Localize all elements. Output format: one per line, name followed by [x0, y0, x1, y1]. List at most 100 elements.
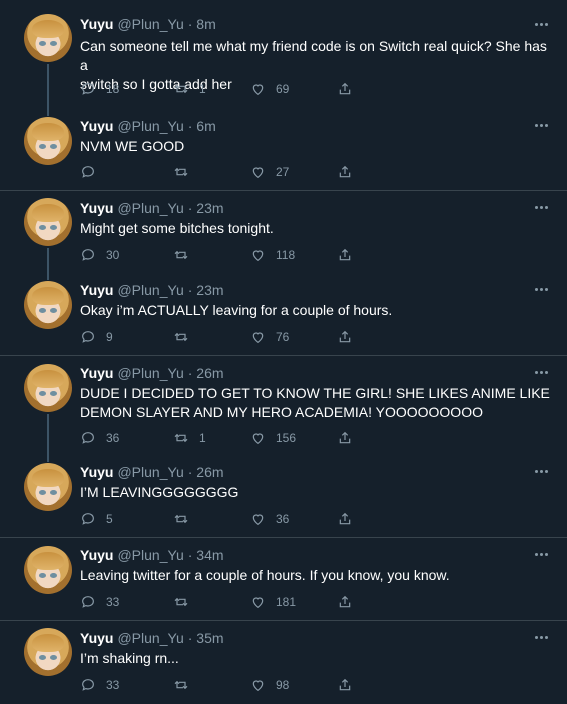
- tweet-actions: 30 118: [80, 246, 480, 264]
- handle-time[interactable]: @Plun_Yu · 23m: [117, 200, 223, 216]
- share-icon: [339, 512, 351, 525]
- share-button[interactable]: [337, 676, 363, 694]
- tweet-actions: 33 181: [80, 593, 480, 611]
- more-options-icon[interactable]: [535, 288, 549, 292]
- avatar[interactable]: [24, 364, 72, 412]
- reply-icon: [82, 249, 94, 261]
- share-icon: [339, 330, 351, 343]
- display-name[interactable]: Yuyu: [80, 282, 113, 298]
- reply-icon: [82, 596, 94, 608]
- handle-time[interactable]: @Plun_Yu · 26m: [117, 365, 223, 381]
- like-button[interactable]: 27: [250, 163, 289, 181]
- like-button[interactable]: 36: [250, 510, 289, 528]
- reply-button[interactable]: 36: [80, 429, 119, 447]
- like-button[interactable]: 181: [250, 593, 296, 611]
- handle-time[interactable]: @Plun_Yu · 8m: [117, 16, 215, 32]
- tweet-actions: 9 76: [80, 328, 480, 346]
- reply-button[interactable]: 9: [80, 328, 113, 346]
- handle-time[interactable]: @Plun_Yu · 26m: [117, 464, 223, 480]
- display-name[interactable]: Yuyu: [80, 200, 113, 216]
- avatar[interactable]: [24, 463, 72, 511]
- retweet-button[interactable]: 1: [173, 429, 206, 447]
- reply-button[interactable]: [80, 163, 106, 181]
- reply-button[interactable]: 30: [80, 246, 119, 264]
- share-button[interactable]: [337, 429, 363, 447]
- display-name[interactable]: Yuyu: [80, 118, 113, 134]
- more-options-icon[interactable]: [535, 636, 549, 640]
- heart-icon: [252, 433, 264, 445]
- handle-time[interactable]: @Plun_Yu · 35m: [117, 630, 223, 646]
- retweet-button[interactable]: [173, 328, 199, 346]
- like-button[interactable]: 98: [250, 676, 289, 694]
- display-name[interactable]: Yuyu: [80, 464, 113, 480]
- share-icon: [339, 248, 351, 261]
- share-button[interactable]: [337, 593, 363, 611]
- retweet-icon: [174, 680, 188, 690]
- avatar[interactable]: [24, 198, 72, 246]
- retweet-button[interactable]: [173, 676, 199, 694]
- tweet-text: NVM WE GOOD: [80, 138, 185, 154]
- retweet-button[interactable]: [173, 163, 199, 181]
- like-button[interactable]: 69: [250, 80, 289, 98]
- retweet-button[interactable]: [173, 246, 199, 264]
- avatar[interactable]: [24, 281, 72, 329]
- share-button[interactable]: [337, 246, 363, 264]
- reply-button[interactable]: 5: [80, 510, 113, 528]
- retweet-button[interactable]: 1: [173, 80, 206, 98]
- retweet-button[interactable]: [173, 593, 199, 611]
- heart-icon: [252, 84, 264, 96]
- reply-icon: [82, 513, 94, 525]
- avatar[interactable]: [24, 628, 72, 676]
- more-options-icon[interactable]: [535, 553, 549, 557]
- reply-button[interactable]: 18: [80, 80, 119, 98]
- handle-time[interactable]: @Plun_Yu · 34m: [117, 547, 223, 563]
- share-icon: [339, 165, 351, 178]
- retweet-icon: [174, 250, 188, 260]
- more-options-icon[interactable]: [535, 206, 549, 210]
- like-button[interactable]: 118: [250, 246, 295, 264]
- like-button[interactable]: 156: [250, 429, 296, 447]
- divider: [0, 355, 567, 356]
- reply-icon: [82, 331, 94, 343]
- tweet-text: DUDE I DECIDED TO GET TO KNOW THE GIRL! …: [80, 385, 550, 420]
- tweet-text: Leaving twitter for a couple of hours. I…: [80, 567, 450, 583]
- tweet-actions: 36 1 156: [80, 429, 480, 447]
- display-name[interactable]: Yuyu: [80, 547, 113, 563]
- avatar[interactable]: [24, 14, 72, 62]
- display-name[interactable]: Yuyu: [80, 630, 113, 646]
- reply-button[interactable]: 33: [80, 676, 119, 694]
- thread-line: [47, 64, 49, 116]
- tweet-text: Might get some bitches tonight.: [80, 220, 274, 236]
- heart-icon: [252, 332, 264, 344]
- avatar[interactable]: [24, 546, 72, 594]
- heart-icon: [252, 250, 264, 262]
- divider: [0, 537, 567, 538]
- heart-icon: [252, 514, 264, 526]
- reply-icon: [82, 432, 94, 444]
- display-name[interactable]: Yuyu: [80, 365, 113, 381]
- tweet-actions: 5 36: [80, 510, 480, 528]
- handle-time[interactable]: @Plun_Yu · 6m: [117, 118, 215, 134]
- share-icon: [339, 431, 351, 444]
- reply-icon: [82, 83, 94, 95]
- share-button[interactable]: [337, 163, 363, 181]
- retweet-icon: [174, 332, 188, 342]
- more-options-icon[interactable]: [535, 124, 549, 128]
- more-options-icon[interactable]: [535, 470, 549, 474]
- divider: [0, 620, 567, 621]
- handle-time[interactable]: @Plun_Yu · 23m: [117, 282, 223, 298]
- retweet-button[interactable]: [173, 510, 199, 528]
- retweet-icon: [174, 597, 188, 607]
- tweet-text: I’M LEAVINGGGGGGGG: [80, 484, 239, 500]
- reply-button[interactable]: 33: [80, 593, 119, 611]
- retweet-icon: [174, 433, 188, 443]
- more-options-icon[interactable]: [535, 23, 549, 27]
- more-options-icon[interactable]: [535, 371, 549, 375]
- display-name[interactable]: Yuyu: [80, 16, 113, 32]
- retweet-icon: [174, 84, 188, 94]
- share-button[interactable]: [337, 80, 363, 98]
- share-button[interactable]: [337, 328, 363, 346]
- share-button[interactable]: [337, 510, 363, 528]
- avatar[interactable]: [24, 117, 72, 165]
- like-button[interactable]: 76: [250, 328, 289, 346]
